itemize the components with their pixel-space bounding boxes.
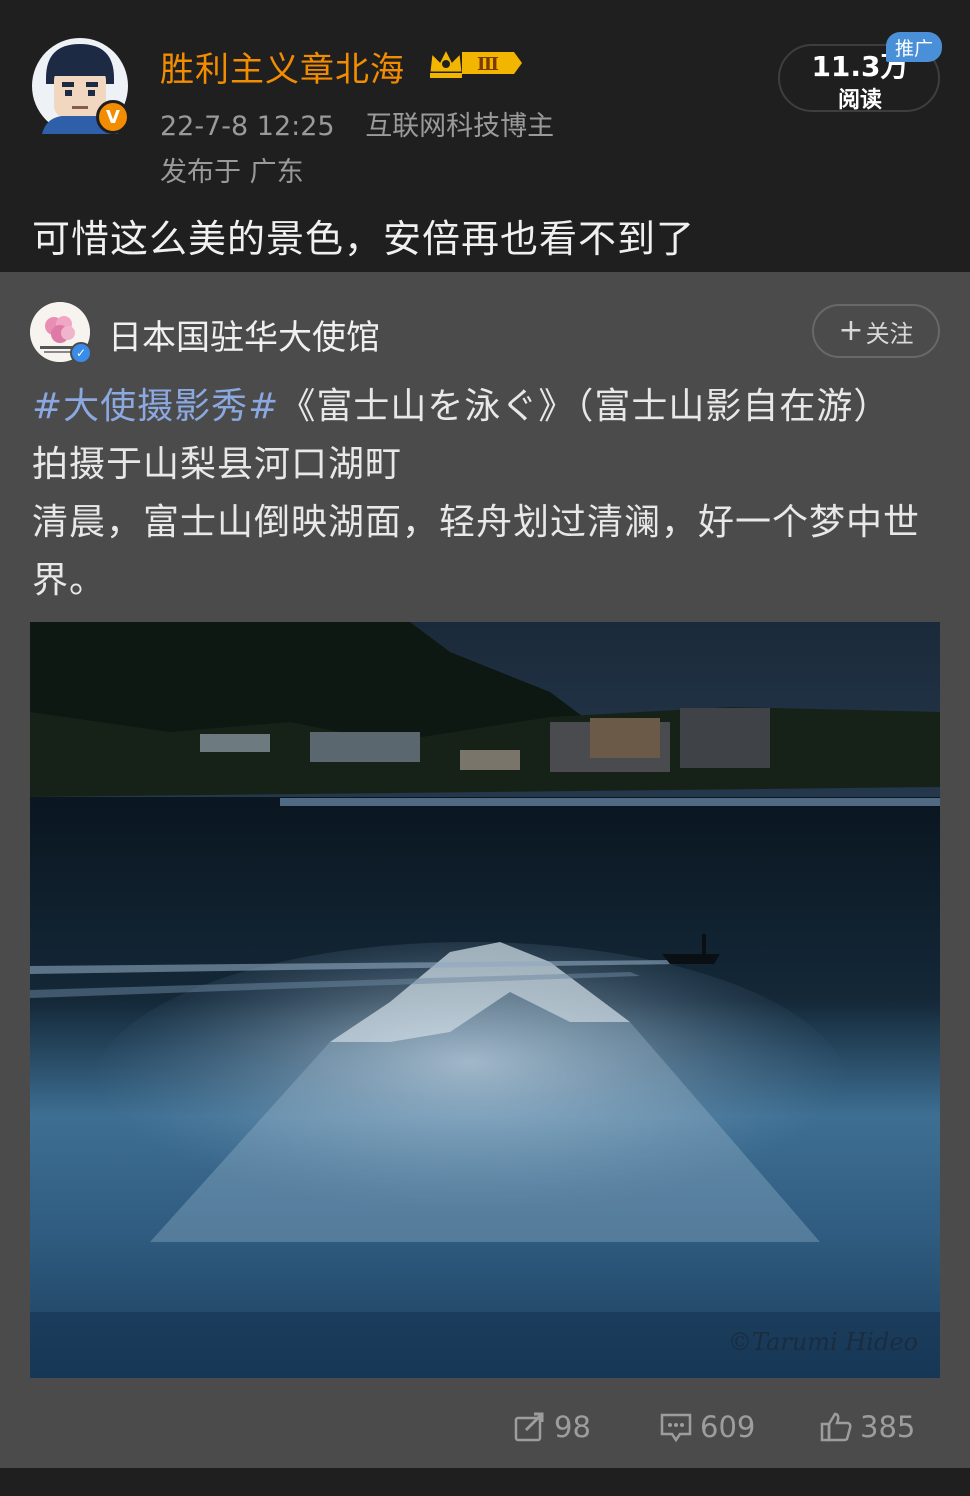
title-text: 《富士山を泳ぐ》（富士山影自在游）	[279, 386, 891, 427]
post-photo[interactable]: ©Tarumi Hideo	[30, 622, 940, 1378]
text-line-2: 拍摄于山梨县河口湖町	[32, 444, 403, 485]
thumbs-up-icon	[820, 1412, 852, 1442]
post-location: 发布于 广东	[160, 157, 304, 188]
like-button[interactable]: 385	[820, 1410, 915, 1444]
plus-icon: +	[838, 313, 864, 348]
lake-fuji-photo	[30, 622, 940, 1378]
author-tag: 互联网科技博主	[365, 111, 555, 142]
follow-label: 关注	[865, 319, 914, 348]
comment-icon	[660, 1413, 692, 1442]
promo-tag[interactable]: 推广	[886, 32, 942, 62]
original-author-name[interactable]: 日本国驻华大使馆	[108, 310, 380, 359]
post-header: V 胜利主义章北海 Ⅲ 22-7-8 12:25 互联网科技博主 发布于 广东 …	[0, 0, 970, 272]
like-count: 385	[860, 1410, 916, 1444]
verified-badge-icon: V	[96, 100, 130, 134]
level-text: Ⅲ	[477, 54, 499, 75]
repost-card[interactable]: ✓ 日本国驻华大使馆 + 关注 #大使摄影秀#《富士山を泳ぐ》（富士山影自在游）…	[0, 272, 970, 1468]
original-post-text: #大使摄影秀#《富士山を泳ぐ》（富士山影自在游） 拍摄于山梨县河口湖町 清晨，富…	[32, 378, 942, 610]
comment-button[interactable]: 609	[660, 1410, 755, 1444]
reads-label: 阅读	[837, 88, 882, 113]
repost-count: 98	[554, 1410, 591, 1444]
photo-watermark: ©Tarumi Hideo	[727, 1328, 918, 1356]
hashtag-link[interactable]: #大使摄影秀#	[32, 386, 279, 427]
text-line-3: 清晨，富士山倒映湖面，轻舟划过清澜，好一个梦中世界。	[32, 502, 921, 601]
text-line-1: #大使摄影秀#《富士山を泳ぐ》（富士山影自在游）	[32, 378, 942, 436]
bottom-bar	[0, 1468, 970, 1496]
timestamp: 22-7-8 12:25	[160, 111, 335, 142]
comment-count: 609	[700, 1410, 756, 1444]
blue-verified-icon: ✓	[70, 342, 92, 364]
post-meta: 22-7-8 12:25 互联网科技博主	[160, 104, 576, 143]
author-name[interactable]: 胜利主义章北海	[160, 42, 405, 91]
level-crown-icon[interactable]: Ⅲ	[426, 44, 524, 82]
repost-icon	[514, 1412, 544, 1442]
follow-button[interactable]: + 关注	[812, 304, 940, 358]
repost-button[interactable]: 98	[514, 1410, 591, 1444]
action-bar: 98 609 385	[0, 1410, 970, 1454]
post-text: 可惜这么美的景色，安倍再也看不到了	[32, 217, 696, 261]
